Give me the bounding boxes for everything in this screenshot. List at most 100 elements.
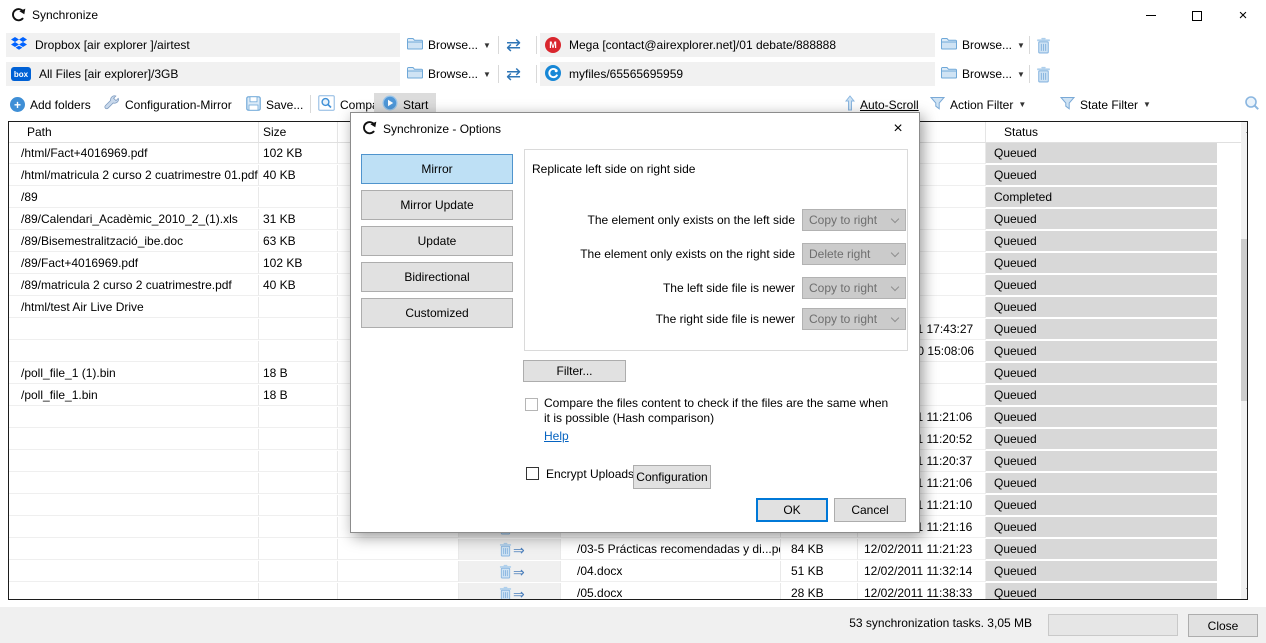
path-cell: /html/test Air Live Drive [9, 297, 259, 318]
mega-icon: M [545, 37, 561, 53]
left-only-select[interactable]: Copy to right [802, 209, 906, 231]
synchronize-window: Synchronize × Dropbox [air explorer ]/ai… [0, 0, 1266, 643]
chevron-down-icon: ▼ [1017, 70, 1025, 79]
path-cell [9, 561, 259, 582]
path-right-cell: /04.docx [561, 561, 781, 582]
maximize-icon [1192, 11, 1202, 21]
path-cell: /89/matricula 2 curso 2 cuatrimestre.pdf [9, 275, 259, 296]
cloud-service-icon [545, 65, 561, 84]
close-button[interactable]: Close [1188, 614, 1258, 637]
status-cell: Queued [986, 451, 1217, 472]
left-source-field[interactable]: Dropbox [air explorer ]/airtest [6, 33, 400, 57]
mode-button-bidirectional[interactable]: Bidirectional [361, 262, 513, 292]
add-folders-label: Add folders [30, 98, 91, 112]
title-bar: Synchronize × [0, 0, 1266, 31]
left-source-field[interactable]: box All Files [air explorer]/3GB [6, 62, 400, 86]
minimize-button[interactable] [1128, 0, 1174, 31]
size-cell: 102 KB [259, 253, 338, 274]
save-label: Save... [266, 98, 303, 112]
size-cell [259, 495, 338, 516]
action-filter-button[interactable]: Action Filter ▼ [930, 92, 1026, 117]
swap-direction-icon[interactable]: ⇄ [506, 62, 521, 86]
path-cell [9, 429, 259, 450]
table-row[interactable]: ⇒ /04.docx 51 KB 12/02/2011 11:32:14 Que… [9, 561, 1241, 583]
scroll-down-button[interactable] [1241, 582, 1248, 599]
option-label: The element only exists on the left side [525, 209, 795, 231]
right-newer-select[interactable]: Copy to right [802, 308, 906, 330]
filter-button[interactable]: Filter... [523, 360, 626, 382]
browse-right-button[interactable]: Browse... ▼ [941, 34, 1025, 56]
status-cell: Queued [986, 209, 1217, 230]
right-source-field[interactable]: myfiles/65565695959 [540, 62, 935, 86]
dropbox-icon [11, 37, 27, 54]
encrypt-uploads-checkbox[interactable] [526, 467, 539, 480]
folder-icon [407, 37, 423, 53]
auto-scroll-label: Auto-Scroll [860, 98, 919, 112]
action-cell: ⇒ [459, 539, 561, 560]
scroll-up-button[interactable] [1241, 122, 1248, 139]
size-cell [259, 473, 338, 494]
chevron-down-icon [891, 314, 899, 322]
table-row[interactable]: ⇒ /03-5 Prácticas recomendadas y di...pd… [9, 539, 1241, 561]
right-only-select[interactable]: Delete right [802, 243, 906, 265]
column-header-path[interactable]: Path [9, 122, 259, 142]
hash-compare-checkbox[interactable] [525, 398, 538, 411]
group-title: Replicate left side on right side [532, 162, 695, 176]
divider [1029, 36, 1030, 54]
browse-left-button[interactable]: Browse... ▼ [407, 63, 491, 85]
mode-button-mirror[interactable]: Mirror [361, 154, 513, 184]
scrollbar-thumb[interactable] [1241, 239, 1248, 401]
delete-right-action-icon: ⇒ [499, 542, 525, 557]
close-window-button[interactable]: × [1220, 0, 1266, 31]
status-cell: Queued [986, 319, 1217, 340]
state-filter-button[interactable]: State Filter ▼ [1060, 92, 1151, 117]
right-source-field[interactable]: M Mega [contact@airexplorer.net]/01 deba… [540, 33, 935, 57]
remove-pair-button[interactable] [1036, 66, 1051, 88]
mode-button-mirror-update[interactable]: Mirror Update [361, 190, 513, 220]
help-link[interactable]: Help [544, 429, 569, 443]
mode-button-customized[interactable]: Customized [361, 298, 513, 328]
minimize-icon [1146, 15, 1156, 16]
path-right-cell: /03-5 Prácticas recomendadas y di...pdf [561, 539, 781, 560]
date-left-cell [338, 583, 459, 600]
select-value: Delete right [809, 247, 870, 261]
add-folders-button[interactable]: + Add folders [10, 92, 91, 117]
mode-button-update[interactable]: Update [361, 226, 513, 256]
save-button[interactable]: Save... [246, 92, 303, 117]
status-cell: Queued [986, 143, 1217, 164]
path-cell: /89 [9, 187, 259, 208]
status-cell: Queued [986, 253, 1217, 274]
plus-icon: + [10, 97, 25, 112]
status-cell: Queued [986, 583, 1217, 600]
action-cell: ⇒ [459, 583, 561, 600]
swap-direction-icon[interactable]: ⇄ [506, 33, 521, 57]
column-header-size[interactable]: Size [259, 122, 338, 142]
configuration-mirror-button[interactable]: Configuration-Mirror [104, 92, 232, 117]
cancel-button[interactable]: Cancel [834, 498, 906, 522]
remove-pair-button[interactable] [1036, 37, 1051, 59]
maximize-button[interactable] [1174, 0, 1220, 31]
vertical-scrollbar[interactable] [1241, 122, 1248, 599]
chevron-down-icon: ▼ [483, 70, 491, 79]
ok-button[interactable]: OK [756, 498, 828, 522]
date-right-cell: 12/02/2011 11:32:14 [858, 561, 986, 582]
start-label: Start [403, 98, 428, 112]
browse-left-button[interactable]: Browse... ▼ [407, 34, 491, 56]
configuration-button[interactable]: Configuration [633, 465, 711, 489]
select-value: Copy to right [809, 213, 877, 227]
divider [310, 95, 311, 113]
table-row[interactable]: ⇒ /05.docx 28 KB 12/02/2011 11:38:33 Que… [9, 583, 1241, 600]
dialog-close-button[interactable]: × [887, 118, 909, 140]
task-summary: 53 synchronization tasks. 3,05 MB [849, 616, 1032, 630]
size-cell [259, 517, 338, 538]
status-cell: Queued [986, 495, 1217, 516]
browse-right-button[interactable]: Browse... ▼ [941, 63, 1025, 85]
arrow-right-icon: ⇒ [513, 543, 525, 557]
path-cell: /html/Fact+4016969.pdf [9, 143, 259, 164]
folder-icon [941, 37, 957, 53]
compare-icon [318, 95, 335, 114]
column-header-status[interactable]: Status [986, 122, 1217, 142]
search-button[interactable] [1244, 92, 1260, 117]
left-newer-select[interactable]: Copy to right [802, 277, 906, 299]
source-pair-row: box All Files [air explorer]/3GB Browse.… [0, 62, 1266, 86]
